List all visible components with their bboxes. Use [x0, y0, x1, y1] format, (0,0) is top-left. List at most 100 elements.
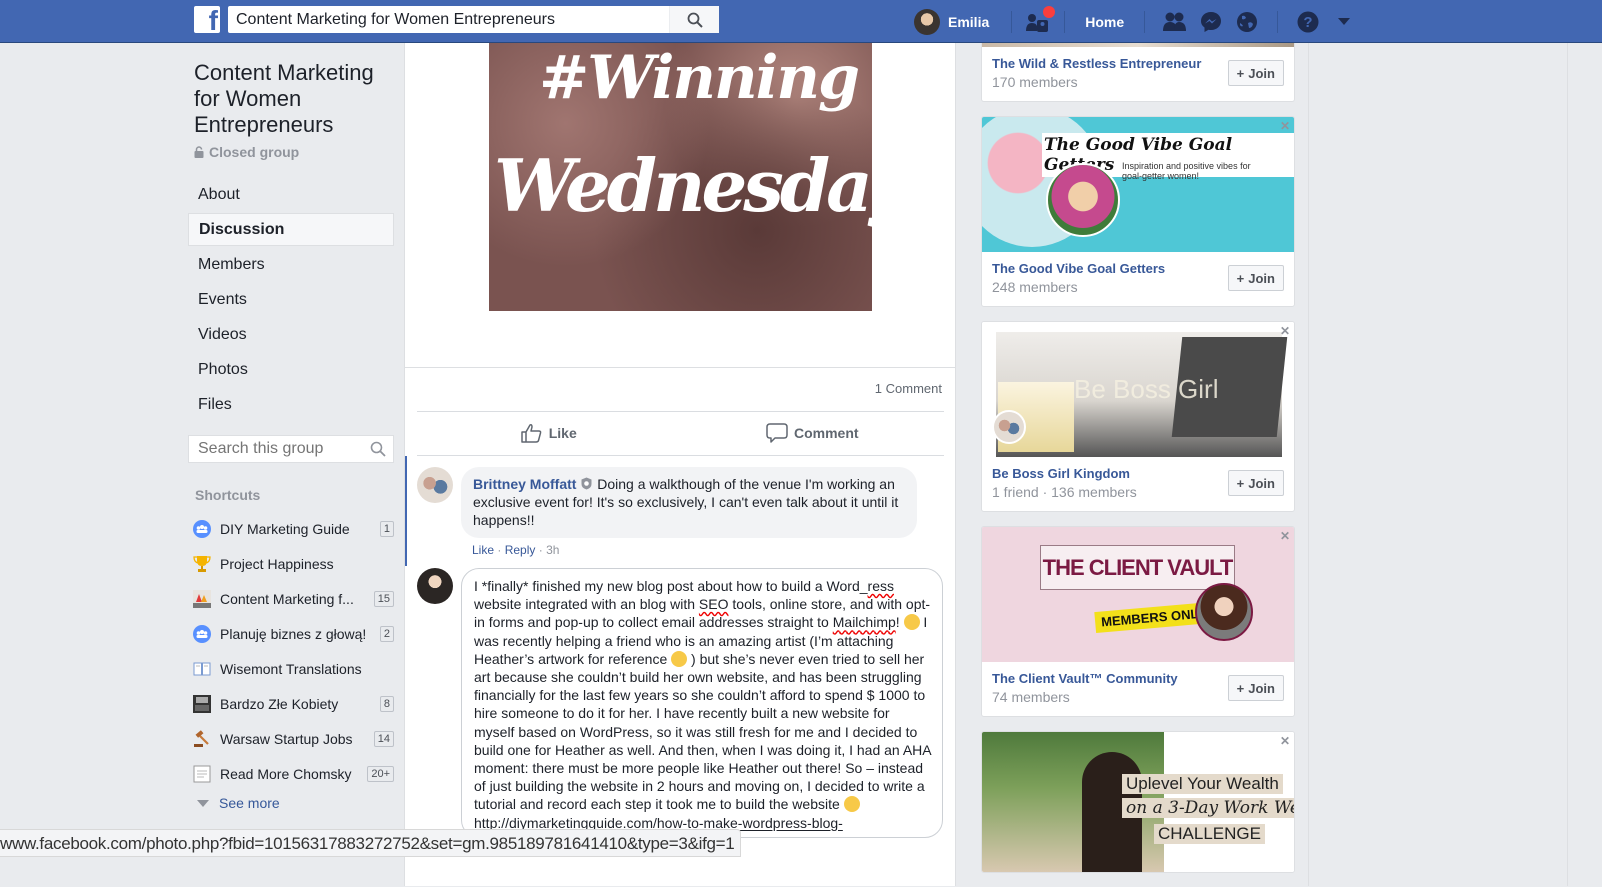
- privacy-label: Closed group: [209, 144, 300, 160]
- shortcut-label: Planuję biznes z głową!: [220, 625, 367, 642]
- user-avatar[interactable]: [914, 8, 940, 35]
- group-icon: [193, 519, 211, 538]
- friends-button[interactable]: [1161, 8, 1189, 36]
- post-photo[interactable]: #Winning Wednesday: [489, 43, 872, 311]
- group-thumbnail-icon: [193, 589, 211, 608]
- comment-bubble-icon: [766, 423, 788, 443]
- notifications-button[interactable]: [1233, 8, 1261, 36]
- divider: [417, 455, 944, 456]
- comment-timestamp[interactable]: 3h: [546, 543, 559, 557]
- status-bar-url: www.facebook.com/photo.php?fbid=10156317…: [0, 829, 742, 857]
- shortcut-item[interactable]: Content Marketing f... 15: [188, 581, 394, 616]
- document-icon: [193, 765, 211, 783]
- dismiss-icon[interactable]: ✕: [1280, 324, 1290, 338]
- dismiss-icon[interactable]: ✕: [1280, 119, 1290, 133]
- menu-item-events[interactable]: Events: [188, 283, 394, 316]
- comment-author[interactable]: Brittney Moffatt: [473, 476, 576, 492]
- menu-item-files[interactable]: Files: [188, 388, 394, 421]
- menu-item-discussion[interactable]: Discussion: [188, 213, 394, 246]
- join-group-button[interactable]: + Join: [1227, 265, 1284, 291]
- dismiss-icon[interactable]: ✕: [1280, 734, 1290, 748]
- join-label: Join: [1248, 680, 1275, 696]
- suggested-group-card: Be Boss Girl ✕ Be Boss Girl Kingdom 1 fr…: [981, 321, 1295, 512]
- search-icon: [370, 441, 386, 457]
- shortcut-item[interactable]: Wisemont Translations: [188, 651, 394, 686]
- profile-link[interactable]: Emilia: [948, 14, 989, 30]
- menu-item-videos[interactable]: Videos: [188, 318, 394, 351]
- facebook-logo-icon[interactable]: f: [194, 6, 220, 33]
- right-gutter: [1308, 43, 1568, 886]
- friends-icon: [1163, 12, 1187, 31]
- friend-requests-button[interactable]: [1024, 5, 1056, 36]
- menu-item-members[interactable]: Members: [188, 248, 394, 281]
- global-search-input[interactable]: [228, 6, 669, 33]
- suggested-group-card: THE CLIENT VAULT MEMBERS ONLY ✕ The Clie…: [981, 526, 1295, 717]
- home-link[interactable]: Home: [1085, 14, 1124, 30]
- separator: ·: [497, 543, 505, 557]
- comment-input[interactable]: I *finally* finished my new blog post ab…: [461, 568, 943, 838]
- suggested-groups: The Wild & Restless Entrepreneur 170 mem…: [981, 43, 1295, 887]
- shortcut-item[interactable]: DIY Marketing Guide 1: [188, 511, 394, 546]
- search-button[interactable]: [669, 6, 719, 33]
- shortcut-count: 2: [379, 625, 394, 642]
- see-more-label: See more: [219, 795, 280, 811]
- commenter-avatar[interactable]: [417, 467, 453, 503]
- plus-icon: +: [1236, 65, 1245, 81]
- comment-button[interactable]: Comment: [681, 415, 945, 451]
- separator: ·: [538, 543, 547, 557]
- group-cover-image[interactable]: The Good Vibe Goal Getters Inspiration a…: [982, 117, 1294, 252]
- menu-item-photos[interactable]: Photos: [188, 353, 394, 386]
- comment-label: Comment: [793, 425, 859, 441]
- divider: [1144, 10, 1146, 33]
- join-label: Join: [1248, 65, 1275, 81]
- shortcuts-list: DIY Marketing Guide 1 Project Happiness …: [188, 511, 394, 815]
- misspelled-word: ress: [867, 578, 894, 594]
- group-title[interactable]: Content Marketing for Women Entrepreneur…: [188, 60, 394, 138]
- comment-actions: Like · Reply · 3h: [472, 543, 559, 557]
- join-group-button[interactable]: + Join: [1227, 470, 1284, 496]
- messenger-icon: [1201, 11, 1222, 32]
- comment-count-link[interactable]: 1 Comment: [875, 381, 942, 396]
- comment: Brittney Moffatt Doing a walkthough of t…: [417, 467, 917, 538]
- shortcut-item[interactable]: Project Happiness: [188, 546, 394, 581]
- comment-reply-link[interactable]: Reply: [505, 543, 536, 557]
- group-icon: [193, 624, 211, 643]
- book-icon: [193, 660, 211, 678]
- shortcut-item[interactable]: Read More Chomsky 20+: [188, 756, 394, 791]
- shortcut-item[interactable]: Bardzo Złe Kobiety 8: [188, 686, 394, 721]
- shortcut-label: DIY Marketing Guide: [220, 520, 350, 537]
- group-cover-image[interactable]: THE CLIENT VAULT MEMBERS ONLY ✕: [982, 527, 1294, 662]
- shortcut-label: Warsaw Startup Jobs: [220, 730, 353, 747]
- account-menu-caret-icon: [1338, 17, 1351, 25]
- like-button[interactable]: Like: [417, 415, 681, 451]
- top-nav-right: Emilia Home ?: [914, 0, 1362, 43]
- cover-title: Uplevel Your Wealth: [1122, 774, 1283, 794]
- draft-text: I *finally* finished my new blog post ab…: [474, 578, 868, 594]
- messenger-button[interactable]: [1197, 8, 1225, 36]
- shortcut-count: 14: [373, 730, 394, 747]
- comment-like-link[interactable]: Like: [472, 543, 494, 557]
- shortcut-label: Project Happiness: [220, 555, 334, 572]
- photo-caption-line1: #Winning: [539, 43, 860, 113]
- group-search-input[interactable]: [189, 440, 363, 458]
- group-cover-image[interactable]: Be Boss Girl ✕: [982, 322, 1294, 457]
- group-search-button[interactable]: [363, 441, 393, 457]
- cover-subtitle: Inspiration and positive vibes for goal-…: [1122, 161, 1251, 181]
- account-menu-button[interactable]: [1330, 8, 1358, 36]
- group-info: Be Boss Girl Kingdom 1 friend · 136 memb…: [982, 457, 1294, 511]
- see-more-link[interactable]: See more: [188, 791, 394, 815]
- help-button[interactable]: ?: [1294, 8, 1322, 36]
- shortcut-label: Bardzo Złe Kobiety: [220, 695, 339, 712]
- shortcut-item[interactable]: Warsaw Startup Jobs 14: [188, 721, 394, 756]
- shortcut-count: 20+: [367, 765, 394, 782]
- post-feed: #Winning Wednesday 1 Comment Like Commen…: [404, 43, 956, 886]
- dismiss-icon[interactable]: ✕: [1280, 529, 1290, 543]
- group-menu: About Discussion Members Events Videos P…: [188, 178, 394, 421]
- join-group-button[interactable]: + Join: [1227, 60, 1284, 86]
- join-group-button[interactable]: + Join: [1227, 675, 1284, 701]
- menu-item-about[interactable]: About: [188, 178, 394, 211]
- post-actions: Like Comment: [417, 415, 944, 451]
- group-cover-image[interactable]: Uplevel Your Wealth on a 3-Day Work Week…: [982, 732, 1294, 872]
- shortcut-item[interactable]: Planuję biznes z głową! 2: [188, 616, 394, 651]
- shortcuts-heading: Shortcuts: [195, 487, 261, 503]
